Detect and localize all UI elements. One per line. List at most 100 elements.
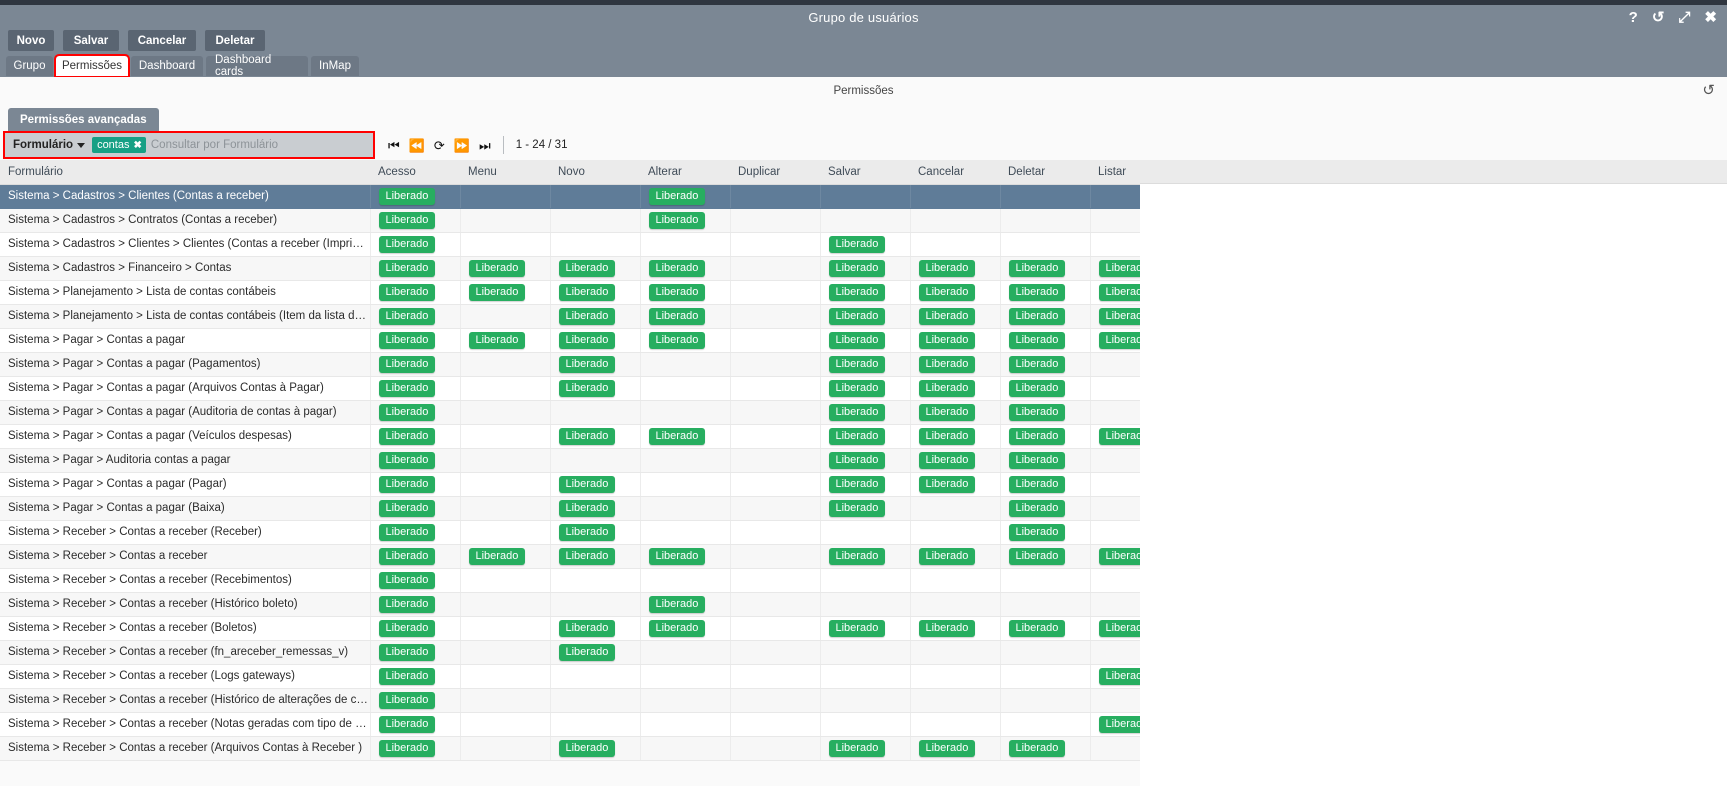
- cell-duplicar[interactable]: [730, 424, 821, 449]
- cell-listar[interactable]: [1090, 520, 1140, 545]
- cell-menu[interactable]: [460, 232, 551, 257]
- cell-acesso[interactable]: Liberado: [370, 496, 461, 521]
- table-row[interactable]: Sistema > Pagar > Contas a pagar (Pagar)…: [0, 472, 1140, 497]
- table-row[interactable]: Sistema > Cadastros > Contratos (Contas …: [0, 208, 1140, 233]
- table-row[interactable]: Sistema > Receber > Contas a receber (Ar…: [0, 736, 1140, 761]
- table-row[interactable]: Sistema > Receber > Contas a receber (fn…: [0, 640, 1140, 665]
- cell-novo[interactable]: [550, 232, 641, 257]
- permission-badge-liberado[interactable]: Liberado: [1008, 523, 1066, 541]
- cell-deletar[interactable]: Liberado: [1000, 616, 1091, 641]
- cell-listar[interactable]: Liberado: [1090, 712, 1140, 737]
- permission-badge-liberado[interactable]: Liberado: [918, 307, 976, 325]
- cell-menu[interactable]: [460, 616, 551, 641]
- permission-badge-liberado[interactable]: Liberado: [378, 403, 436, 421]
- cell-cancelar[interactable]: [910, 592, 1001, 617]
- permission-badge-liberado[interactable]: Liberado: [468, 547, 526, 565]
- column-header-alterar[interactable]: Alterar: [640, 160, 730, 185]
- table-row[interactable]: Sistema > Pagar > Contas a pagar (Arquiv…: [0, 376, 1140, 401]
- permission-badge-liberado[interactable]: Liberado: [648, 187, 706, 205]
- cell-salvar[interactable]: [820, 520, 911, 545]
- permission-badge-liberado[interactable]: Liberado: [1098, 667, 1140, 685]
- column-header-deletar[interactable]: Deletar: [1000, 160, 1090, 185]
- cell-duplicar[interactable]: [730, 208, 821, 233]
- cell-alterar[interactable]: [640, 376, 731, 401]
- cell-acesso[interactable]: Liberado: [370, 256, 461, 281]
- permission-badge-liberado[interactable]: Liberado: [648, 259, 706, 277]
- permission-badge-liberado[interactable]: Liberado: [648, 547, 706, 565]
- table-row[interactable]: Sistema > Cadastros > Clientes > Cliente…: [0, 232, 1140, 257]
- cell-novo[interactable]: Liberado: [550, 496, 641, 521]
- permission-badge-liberado[interactable]: Liberado: [828, 619, 886, 637]
- permission-badge-liberado[interactable]: Liberado: [378, 307, 436, 325]
- permission-badge-liberado[interactable]: Liberado: [378, 283, 436, 301]
- cell-listar[interactable]: [1090, 592, 1140, 617]
- permission-badge-liberado[interactable]: Liberado: [558, 643, 616, 661]
- cell-deletar[interactable]: Liberado: [1000, 304, 1091, 329]
- cell-salvar[interactable]: [820, 688, 911, 713]
- cell-listar[interactable]: Liberado: [1090, 304, 1140, 329]
- permission-badge-liberado[interactable]: Liberado: [558, 331, 616, 349]
- cell-acesso[interactable]: Liberado: [370, 424, 461, 449]
- cell-alterar[interactable]: [640, 448, 731, 473]
- permission-badge-liberado[interactable]: Liberado: [378, 643, 436, 661]
- cell-cancelar[interactable]: Liberado: [910, 448, 1001, 473]
- cell-deletar[interactable]: [1000, 712, 1091, 737]
- expand-icon[interactable]: ⤢: [1678, 10, 1690, 25]
- cell-menu[interactable]: [460, 208, 551, 233]
- permission-badge-liberado[interactable]: Liberado: [1098, 547, 1140, 565]
- permission-badge-liberado[interactable]: Liberado: [828, 331, 886, 349]
- permission-badge-liberado[interactable]: Liberado: [378, 715, 436, 733]
- cell-novo[interactable]: Liberado: [550, 328, 641, 353]
- cell-cancelar[interactable]: [910, 712, 1001, 737]
- column-header-cancelar[interactable]: Cancelar: [910, 160, 1000, 185]
- cell-acesso[interactable]: Liberado: [370, 328, 461, 353]
- permission-badge-liberado[interactable]: Liberado: [1008, 403, 1066, 421]
- cell-salvar[interactable]: Liberado: [820, 616, 911, 641]
- permission-badge-liberado[interactable]: Liberado: [378, 595, 436, 613]
- cell-novo[interactable]: Liberado: [550, 736, 641, 761]
- cell-menu[interactable]: [460, 400, 551, 425]
- table-row[interactable]: Sistema > Planejamento > Lista de contas…: [0, 304, 1140, 329]
- cell-novo[interactable]: Liberado: [550, 472, 641, 497]
- permission-badge-liberado[interactable]: Liberado: [918, 475, 976, 493]
- table-row[interactable]: Sistema > Cadastros > Financeiro > Conta…: [0, 256, 1140, 281]
- tab-dashboard-cards[interactable]: Dashboard cards: [206, 54, 308, 78]
- column-header-listar[interactable]: Listar: [1090, 160, 1140, 185]
- cell-novo[interactable]: Liberado: [550, 640, 641, 665]
- cell-duplicar[interactable]: [730, 400, 821, 425]
- cell-deletar[interactable]: [1000, 232, 1091, 257]
- cell-duplicar[interactable]: [730, 688, 821, 713]
- cell-novo[interactable]: Liberado: [550, 616, 641, 641]
- cell-menu[interactable]: Liberado: [460, 280, 551, 305]
- cell-novo[interactable]: Liberado: [550, 544, 641, 569]
- cell-alterar[interactable]: [640, 736, 731, 761]
- cell-acesso[interactable]: Liberado: [370, 400, 461, 425]
- permission-badge-liberado[interactable]: Liberado: [378, 523, 436, 541]
- cell-acesso[interactable]: Liberado: [370, 208, 461, 233]
- cell-listar[interactable]: [1090, 688, 1140, 713]
- permission-badge-liberado[interactable]: Liberado: [468, 331, 526, 349]
- cell-acesso[interactable]: Liberado: [370, 736, 461, 761]
- cell-salvar[interactable]: Liberado: [820, 544, 911, 569]
- permission-badge-liberado[interactable]: Liberado: [378, 379, 436, 397]
- permission-badge-liberado[interactable]: Liberado: [468, 283, 526, 301]
- cell-deletar[interactable]: Liberado: [1000, 256, 1091, 281]
- cell-novo[interactable]: [550, 448, 641, 473]
- cell-salvar[interactable]: Liberado: [820, 376, 911, 401]
- permission-badge-liberado[interactable]: Liberado: [918, 547, 976, 565]
- cell-duplicar[interactable]: [730, 256, 821, 281]
- cell-deletar[interactable]: Liberado: [1000, 736, 1091, 761]
- permission-badge-liberado[interactable]: Liberado: [378, 427, 436, 445]
- cell-menu[interactable]: [460, 688, 551, 713]
- cell-alterar[interactable]: Liberado: [640, 256, 731, 281]
- cell-menu[interactable]: [460, 424, 551, 449]
- cell-menu[interactable]: [460, 592, 551, 617]
- table-row[interactable]: Sistema > Receber > Contas a receber (Lo…: [0, 664, 1140, 689]
- cell-listar[interactable]: [1090, 448, 1140, 473]
- cell-deletar[interactable]: [1000, 664, 1091, 689]
- cell-novo[interactable]: Liberado: [550, 280, 641, 305]
- cell-alterar[interactable]: Liberado: [640, 592, 731, 617]
- cell-listar[interactable]: [1090, 568, 1140, 593]
- history-icon[interactable]: ↺: [1652, 10, 1665, 25]
- cell-deletar[interactable]: [1000, 592, 1091, 617]
